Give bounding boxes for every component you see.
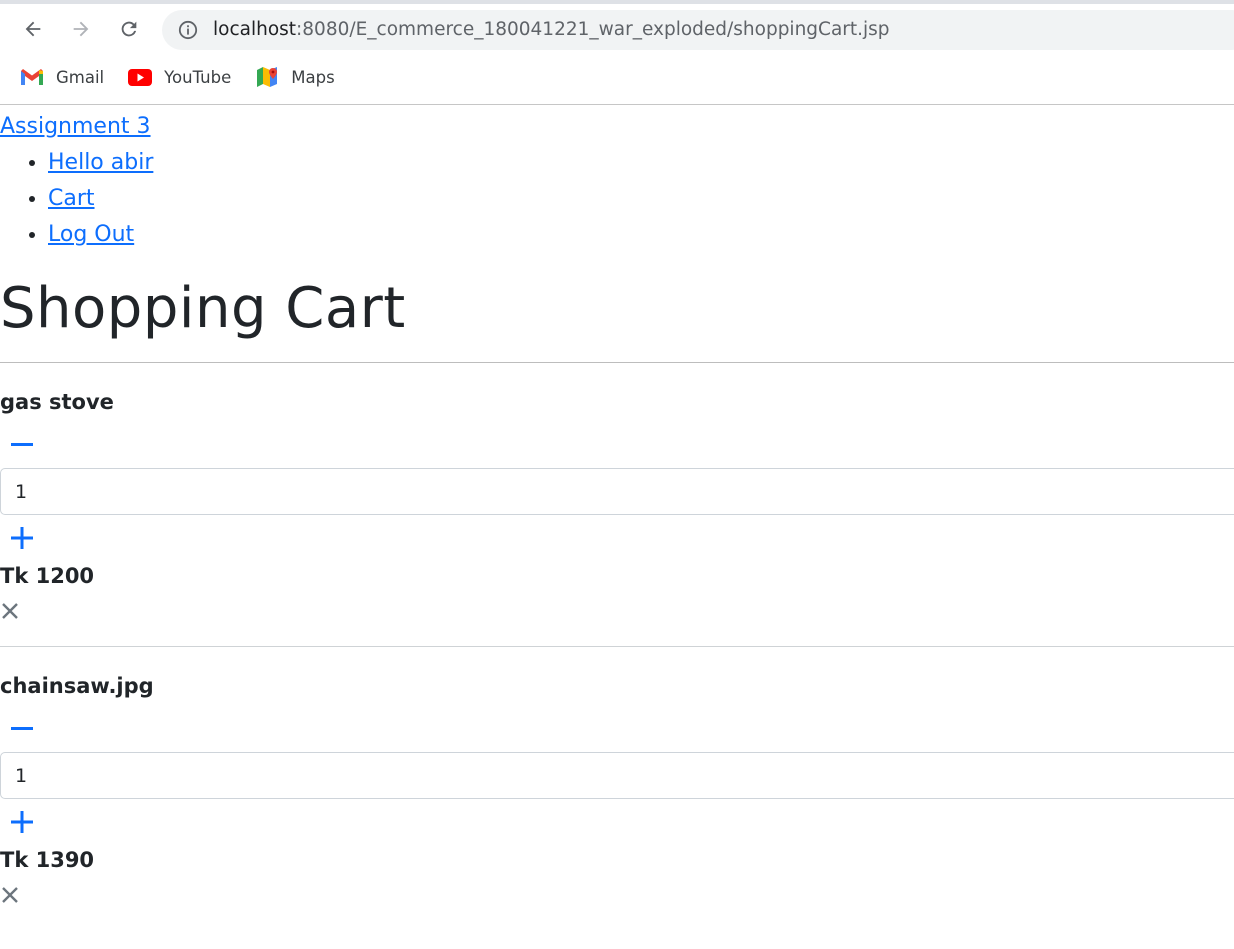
page-title: Shopping Cart [0,276,406,341]
bookmark-gmail[interactable]: Gmail [20,68,104,87]
url-text[interactable]: localhost:8080/E_commerce_180041221_war_… [213,10,890,50]
quantity-input[interactable] [0,468,1234,515]
maps-icon [257,67,278,87]
youtube-icon [128,68,153,86]
minus-icon [11,443,33,446]
remove-item-icon[interactable] [0,885,20,905]
page-content: Assignment 3 Hello abir Cart Log Out Sho… [0,109,1234,905]
forward-button[interactable] [66,14,96,44]
increase-quantity-button[interactable] [0,521,44,555]
arrow-left-icon [25,21,41,37]
back-button[interactable] [18,14,48,44]
bookmarks-bar: Gmail YouTube Maps [20,62,359,92]
decrease-quantity-button[interactable] [0,712,44,746]
decrease-quantity-button[interactable] [0,428,44,462]
item-price: Tk 1200 [0,564,95,588]
minus-icon [11,727,33,730]
nav-list: Hello abir Cart Log Out [0,145,1234,253]
arrow-right-icon [73,21,89,37]
hello-user-link[interactable]: Hello abir [48,150,153,175]
bookmark-label: Gmail [56,67,105,87]
item-name: chainsaw.jpg [0,674,154,698]
plus-icon [11,527,33,549]
browser-chrome: localhost:8080/E_commerce_180041221_war_… [0,0,1234,105]
cart-item: gas stove Tk 1200 [0,363,1234,646]
nav-item-hello: Hello abir [48,145,1234,181]
item-name: gas stove [0,390,114,414]
cart-item: chainsaw.jpg Tk 1390 [0,647,1234,905]
nav-item-logout: Log Out [48,217,1234,253]
address-bar[interactable]: localhost:8080/E_commerce_180041221_war_… [162,10,1234,50]
info-icon[interactable] [178,20,198,40]
reload-icon [121,21,137,37]
plus-icon [11,811,33,833]
brand-link[interactable]: Assignment 3 [0,109,1234,145]
bookmark-youtube[interactable]: YouTube [128,68,231,87]
bookmark-label: YouTube [164,67,232,87]
log-out-link[interactable]: Log Out [48,222,134,247]
bookmark-label: Maps [291,67,335,87]
tab-strip-edge [0,0,1234,4]
nav-item-cart: Cart [48,181,1234,217]
reload-button[interactable] [114,14,144,44]
gmail-icon [21,69,43,85]
item-price: Tk 1390 [0,848,95,872]
bookmark-maps[interactable]: Maps [255,66,335,88]
cart-link[interactable]: Cart [48,186,95,211]
url-path: :8080/E_commerce_180041221_war_exploded/… [296,19,890,40]
url-host: localhost [213,19,297,40]
quantity-input[interactable] [0,752,1234,799]
increase-quantity-button[interactable] [0,805,44,839]
remove-item-icon[interactable] [0,601,20,621]
